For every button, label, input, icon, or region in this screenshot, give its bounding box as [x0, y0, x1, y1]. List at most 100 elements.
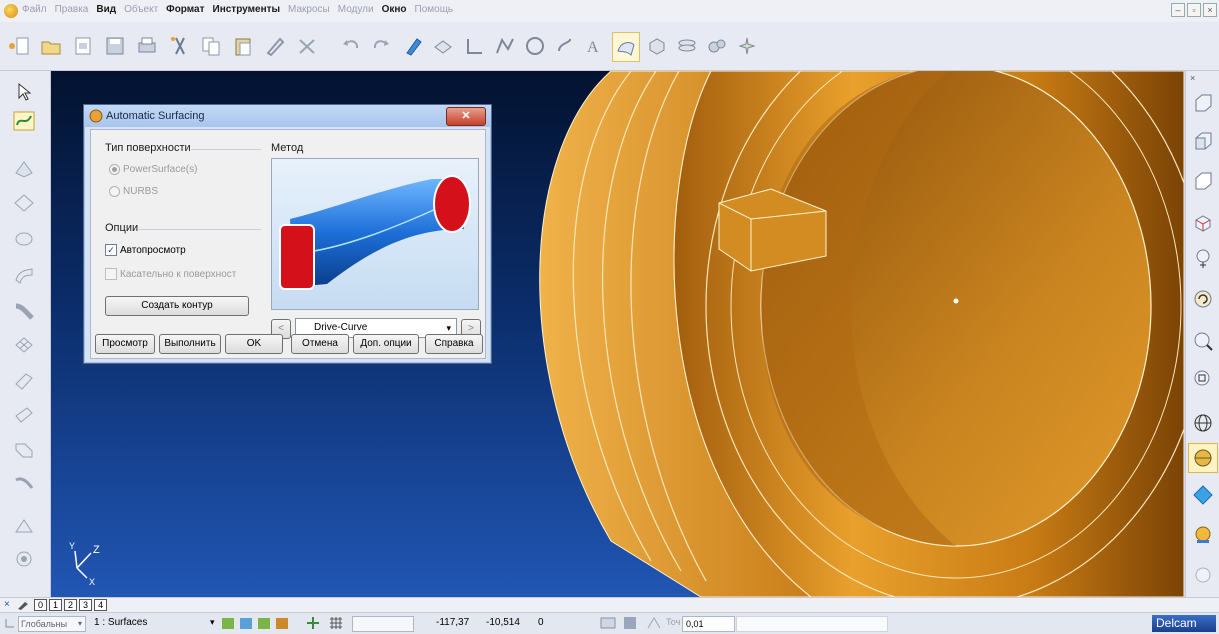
zoom-fit-icon[interactable]	[1189, 365, 1217, 393]
view-side-icon[interactable]	[1189, 167, 1217, 195]
level-tab-4[interactable]: 4	[94, 599, 108, 611]
ok-button[interactable]: OK	[225, 334, 283, 354]
close-window-button[interactable]: ×	[1203, 3, 1217, 17]
pipe-icon[interactable]	[10, 297, 38, 325]
surface-wizard-icon[interactable]	[10, 107, 38, 135]
gears-icon[interactable]	[704, 32, 730, 60]
spline-icon[interactable]	[552, 32, 578, 60]
brush-icon[interactable]	[16, 599, 30, 611]
close-toolbar-icon[interactable]: ×	[1190, 73, 1195, 83]
rotate-icon[interactable]	[1189, 285, 1217, 313]
level-tab-0[interactable]: 0	[34, 599, 48, 611]
curve-icon[interactable]	[492, 32, 518, 60]
menu-window[interactable]: Окно	[382, 4, 407, 15]
execute-button[interactable]: Выполнить	[159, 334, 221, 354]
snap-tools[interactable]	[220, 615, 300, 631]
more-options-button[interactable]: Доп. опции	[353, 334, 419, 354]
restore-button[interactable]: ▫	[1187, 3, 1201, 17]
undo-icon[interactable]	[338, 32, 364, 60]
layers-icon[interactable]	[430, 32, 456, 60]
cut-icon[interactable]	[166, 32, 192, 60]
zoom-box-icon[interactable]	[1189, 327, 1217, 355]
close-bar-icon[interactable]: ×	[4, 599, 10, 610]
open-folder-icon[interactable]	[38, 32, 64, 60]
view-top-icon[interactable]	[1189, 89, 1217, 117]
tolerance-value: 0,01	[686, 619, 704, 629]
print-icon[interactable]	[134, 32, 160, 60]
sparkle-icon[interactable]	[734, 32, 760, 60]
dialog-body: Тип поверхности PowerSurface(s) NURBS Оп…	[90, 129, 486, 359]
powersurface-radio[interactable]: PowerSurface(s)	[109, 164, 197, 175]
menu-macros[interactable]: Макросы	[288, 4, 330, 15]
workplane-select[interactable]: Глобальны ▾	[18, 616, 86, 632]
fillet-icon[interactable]	[10, 435, 38, 463]
globe-icon[interactable]	[1189, 409, 1217, 437]
create-contour-button[interactable]: Создать контур	[105, 296, 249, 316]
solid-icon[interactable]	[644, 32, 670, 60]
select-arrow-icon[interactable]	[10, 77, 38, 105]
sweep-icon[interactable]	[10, 261, 38, 289]
tolerance-input[interactable]: 0,01	[682, 616, 735, 632]
view-iso-icon[interactable]	[1189, 209, 1217, 237]
tangent-checkbox[interactable]: Касательно к поверхност	[105, 268, 236, 280]
app-logo-icon[interactable]	[4, 4, 18, 18]
plane-icon[interactable]	[10, 189, 38, 217]
level-tab-2[interactable]: 2	[64, 599, 78, 611]
shaded-view-icon[interactable]	[1188, 443, 1218, 473]
pencil-icon[interactable]	[262, 32, 288, 60]
offset-surface-icon[interactable]	[10, 401, 38, 429]
trim-icon[interactable]	[10, 469, 38, 497]
workplane-icon	[5, 619, 14, 628]
menu-tools[interactable]: Инструменты	[213, 4, 281, 15]
level-tab-1[interactable]: 1	[49, 599, 63, 611]
copy-icon[interactable]	[198, 32, 224, 60]
menu-modules[interactable]: Модули	[338, 4, 374, 15]
settings-icon[interactable]	[10, 545, 38, 573]
menu-edit[interactable]: Правка	[55, 4, 89, 15]
revolve-icon[interactable]	[10, 225, 38, 253]
surface-icon[interactable]	[612, 32, 640, 62]
menu-view[interactable]: Вид	[96, 4, 116, 15]
chevron-down-icon[interactable]: ▾	[210, 617, 215, 628]
command-field[interactable]	[352, 616, 414, 632]
menu-help[interactable]: Помощь	[415, 4, 454, 15]
cancel-button[interactable]: Отмена	[291, 334, 349, 354]
help-button[interactable]: Справка	[425, 334, 483, 354]
menu-object[interactable]: Объект	[124, 4, 158, 15]
text-icon[interactable]: A	[582, 32, 608, 60]
view-front-icon[interactable]	[1189, 127, 1217, 155]
blend-icon[interactable]	[10, 367, 38, 395]
nurbs-radio[interactable]: NURBS	[109, 186, 158, 197]
measure-icon[interactable]	[600, 616, 616, 630]
delete-icon[interactable]	[294, 32, 320, 60]
draft-icon[interactable]	[10, 511, 38, 539]
new-file-icon[interactable]	[6, 32, 32, 60]
minimize-button[interactable]: –	[1171, 3, 1185, 17]
level-indicator[interactable]: 1 : Surfaces	[94, 617, 147, 628]
lighting-icon[interactable]	[1189, 561, 1217, 589]
line-icon[interactable]	[462, 32, 488, 60]
dialog-app-icon	[89, 109, 103, 123]
calc-icon[interactable]	[622, 616, 638, 630]
preview-button[interactable]: Просмотр	[95, 334, 155, 354]
mesh-icon[interactable]	[10, 331, 38, 359]
material-icon[interactable]	[1189, 521, 1217, 549]
dialog-title-bar[interactable]: Automatic Surfacing ✕	[84, 105, 491, 127]
stack-icon[interactable]	[674, 32, 700, 60]
pan-icon[interactable]	[1189, 245, 1217, 273]
paste-icon[interactable]	[230, 32, 256, 60]
wireframe-icon[interactable]	[1189, 481, 1217, 509]
extrude-icon[interactable]	[10, 155, 38, 183]
redo-icon[interactable]	[368, 32, 394, 60]
save-icon[interactable]	[102, 32, 128, 60]
highlight-icon[interactable]	[400, 32, 426, 60]
circle-icon[interactable]	[522, 32, 548, 60]
grid-icon[interactable]	[305, 615, 321, 631]
dialog-close-button[interactable]: ✕	[446, 107, 486, 126]
level-tab-3[interactable]: 3	[79, 599, 93, 611]
grid-snap-icon[interactable]	[328, 615, 344, 631]
menu-format[interactable]: Формат	[166, 4, 204, 15]
menu-file[interactable]: Файл	[22, 4, 47, 15]
autopreview-checkbox[interactable]: ✓ Автопросмотр	[105, 244, 186, 256]
import-icon[interactable]	[70, 32, 96, 60]
